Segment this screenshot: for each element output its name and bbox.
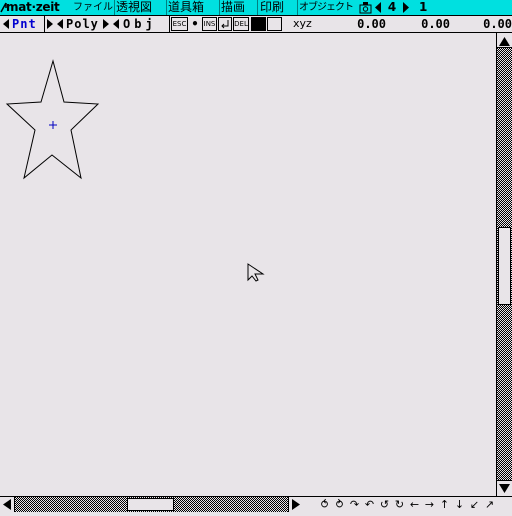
rotate-right-icon[interactable]: ⥁ — [333, 497, 346, 512]
menu-bar: mat·zeit ファイル 透視図 道具箱 描画 印刷 オブジェクト 4 1 — [0, 0, 512, 16]
ins-key-button[interactable]: INS — [202, 17, 217, 31]
prev-page-icon[interactable] — [373, 0, 383, 15]
drawing-canvas[interactable] — [0, 34, 496, 496]
point-cursor-icon — [49, 121, 57, 129]
bottom-bar: ⥀ ⥁ ↷ ↶ ↺ ↻ ← → ↑ ↓ ↙ ↗ — [0, 496, 512, 512]
star-shape — [5, 59, 100, 180]
coord-z: 0.00 — [483, 17, 512, 31]
arrow-up-icon[interactable]: ↑ — [438, 497, 451, 512]
toolbar-divider — [169, 16, 170, 32]
coord-y: 0.00 — [421, 17, 450, 31]
vertical-scroll-thumb[interactable] — [498, 227, 511, 305]
layer-box[interactable]: 1 — [414, 0, 512, 15]
del-key-button[interactable]: DEL — [233, 17, 249, 31]
fill-color-swatch[interactable] — [251, 17, 266, 31]
menu-divider — [114, 0, 115, 15]
mode-point-button[interactable]: Pnt — [12, 16, 44, 32]
layer-number: 1 — [419, 0, 428, 14]
menu-file[interactable]: ファイル — [73, 0, 113, 15]
coord-label: xyz — [293, 17, 312, 30]
mode-pointer-left-icon[interactable] — [1, 16, 11, 32]
spin-left-icon[interactable]: ↺ — [378, 497, 391, 512]
mode-poly-arrow-icon — [45, 16, 65, 32]
line-color-swatch[interactable] — [267, 17, 282, 31]
next-page-icon[interactable] — [401, 0, 411, 15]
scroll-right-icon[interactable] — [288, 497, 305, 512]
app-name[interactable]: mat·zeit — [6, 0, 72, 15]
arrow-right-icon[interactable]: → — [423, 497, 436, 512]
menu-draw[interactable]: 描画 — [221, 0, 255, 15]
scroll-up-icon[interactable] — [497, 33, 512, 48]
scroll-down-icon[interactable] — [497, 480, 512, 497]
spin-right-icon[interactable]: ↻ — [393, 497, 406, 512]
mode-object-button[interactable]: Obj — [123, 16, 167, 32]
vertical-scrollbar[interactable] — [496, 33, 512, 497]
horizontal-scroll-thumb[interactable] — [127, 498, 174, 511]
arrow-left-icon[interactable]: ← — [408, 497, 421, 512]
tilt-down-icon[interactable]: ↷ — [348, 497, 361, 512]
mouse-pointer-icon — [247, 263, 265, 282]
arrow-down-left-icon[interactable]: ↙ — [468, 497, 481, 512]
scroll-left-icon[interactable] — [0, 497, 15, 512]
view-navigation-tools: ⥀ ⥁ ↷ ↶ ↺ ↻ ← → ↑ ↓ ↙ ↗ — [316, 497, 512, 512]
coord-x: 0.00 — [357, 17, 386, 31]
page-number: 4 — [387, 0, 397, 14]
tool-bar: Pnt Poly Obj ESC • INS DEL xyz 0.00 0.00… — [0, 16, 512, 33]
horizontal-scrollbar[interactable] — [0, 497, 305, 512]
mode-polygon-button[interactable]: Poly — [66, 16, 100, 32]
return-key-icon[interactable] — [218, 16, 232, 32]
menu-perspective[interactable]: 透視図 — [116, 0, 166, 15]
menu-divider — [257, 0, 258, 15]
bullet-icon[interactable]: • — [190, 16, 200, 32]
menu-object[interactable]: オブジェクト — [299, 0, 357, 15]
tilt-up-icon[interactable]: ↶ — [363, 497, 376, 512]
menu-divider — [219, 0, 220, 15]
arrow-down-icon[interactable]: ↓ — [453, 497, 466, 512]
menu-toolbox[interactable]: 道具箱 — [168, 0, 218, 15]
camera-icon[interactable] — [359, 0, 372, 15]
menu-divider — [166, 0, 167, 15]
esc-key-button[interactable]: ESC — [171, 17, 188, 31]
arrow-up-right-icon[interactable]: ↗ — [483, 497, 496, 512]
rotate-left-icon[interactable]: ⥀ — [318, 497, 331, 512]
mode-obj-arrow-icon — [101, 16, 121, 32]
menu-print[interactable]: 印刷 — [260, 0, 296, 15]
menu-divider — [297, 0, 298, 15]
